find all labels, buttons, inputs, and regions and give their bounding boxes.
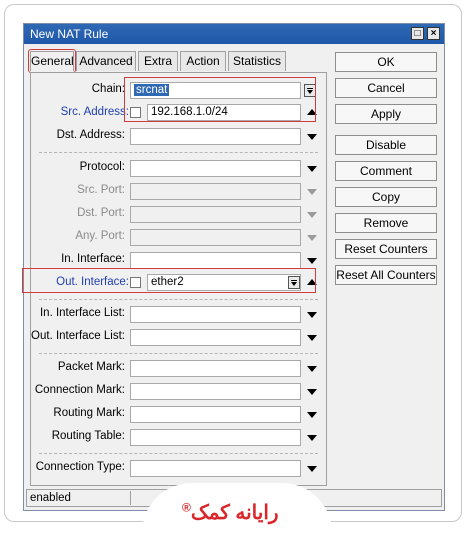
tab-advanced[interactable]: Advanced [76, 51, 136, 71]
src-port-dropdown-icon [307, 189, 317, 195]
tab-extra[interactable]: Extra [138, 51, 178, 71]
src-port-label: Src. Port: [77, 184, 125, 196]
maximize-button[interactable]: □ [411, 27, 424, 40]
nat-rule-window: New NAT Rule □ × General Advanced Extra … [22, 23, 445, 511]
cancel-button[interactable]: Cancel [335, 78, 437, 98]
in-interface-dropdown-icon[interactable] [307, 258, 317, 264]
routing-mark-field[interactable] [130, 406, 301, 423]
src-address-field[interactable]: 192.168.1.0/24 [147, 104, 301, 121]
copy-button[interactable]: Copy [335, 187, 437, 207]
reset-counters-button[interactable]: Reset Counters [335, 239, 437, 259]
routing-table-dropdown-icon[interactable] [307, 435, 317, 441]
dst-port-label: Dst. Port: [77, 207, 125, 219]
routing-mark-label: Routing Mark: [53, 407, 125, 419]
connection-mark-dropdown-icon[interactable] [307, 389, 317, 395]
protocol-field[interactable] [130, 160, 301, 177]
out-interface-negate-checkbox[interactable] [130, 277, 141, 288]
routing-table-label: Routing Table: [51, 430, 125, 442]
connection-type-field[interactable] [130, 460, 301, 477]
dst-port-dropdown-icon [307, 212, 317, 218]
any-port-field [130, 229, 301, 246]
tab-action[interactable]: Action [180, 51, 226, 71]
out-interface-list-dropdown-icon[interactable] [307, 335, 317, 341]
routing-mark-dropdown-icon[interactable] [307, 412, 317, 418]
protocol-label: Protocol: [79, 161, 125, 173]
dst-port-field [130, 206, 301, 223]
out-interface-list-field[interactable] [130, 329, 301, 346]
out-interface-dropdown-icon[interactable] [288, 276, 300, 289]
packet-mark-dropdown-icon[interactable] [307, 366, 317, 372]
close-button[interactable]: × [427, 27, 440, 40]
separator [39, 152, 318, 153]
out-interface-list-label: Out. Interface List: [31, 330, 125, 342]
in-interface-list-field[interactable] [130, 306, 301, 323]
tab-general[interactable]: General [30, 51, 74, 71]
chain-dropdown-icon[interactable] [304, 84, 316, 97]
packet-mark-field[interactable] [130, 360, 301, 377]
window-title: New NAT Rule [30, 27, 109, 41]
any-port-dropdown-icon [307, 235, 317, 241]
remove-button[interactable]: Remove [335, 213, 437, 233]
titlebar: New NAT Rule □ × [24, 24, 444, 44]
dst-address-field[interactable] [130, 128, 301, 145]
any-port-label: Any. Port: [75, 230, 125, 242]
out-interface-field[interactable]: ether2 [147, 274, 301, 291]
out-interface-collapse-icon[interactable] [307, 279, 317, 285]
watermark-text: رایانه کمک® [182, 500, 279, 524]
chain-field[interactable]: srcnat [130, 82, 301, 99]
comment-button[interactable]: Comment [335, 161, 437, 181]
connection-mark-label: Connection Mark: [34, 384, 125, 396]
connection-type-dropdown-icon[interactable] [307, 466, 317, 472]
general-panel: Chain: srcnat Src. Address: 192.168.1.0/… [22, 72, 327, 486]
src-port-field [130, 183, 301, 200]
apply-button[interactable]: Apply [335, 104, 437, 124]
separator [39, 353, 318, 354]
src-address-negate-checkbox[interactable] [130, 107, 141, 118]
reset-all-counters-button[interactable]: Reset All Counters [335, 265, 437, 285]
dst-address-expand-icon[interactable] [307, 134, 317, 140]
tab-statistics[interactable]: Statistics [228, 51, 286, 71]
connection-type-label: Connection Type: [35, 461, 125, 473]
separator [39, 299, 318, 300]
dst-address-label: Dst. Address: [56, 129, 125, 141]
ok-button[interactable]: OK [335, 52, 437, 72]
in-interface-field[interactable] [130, 252, 301, 269]
out-interface-label: Out. Interface: [56, 276, 129, 288]
routing-table-field[interactable] [130, 429, 301, 446]
in-interface-list-dropdown-icon[interactable] [307, 312, 317, 318]
in-interface-list-label: In. Interface List: [39, 307, 125, 319]
watermark-logo: رایانه کمک® [142, 483, 332, 533]
chain-label: Chain: [91, 83, 125, 95]
separator [39, 453, 318, 454]
connection-mark-field[interactable] [130, 383, 301, 400]
src-address-collapse-icon[interactable] [307, 109, 317, 115]
in-interface-label: In. Interface: [61, 253, 125, 265]
status-divider [130, 491, 131, 505]
src-address-label: Src. Address: [60, 106, 129, 118]
chain-value: srcnat [134, 84, 170, 96]
protocol-dropdown-icon[interactable] [307, 166, 317, 172]
packet-mark-label: Packet Mark: [57, 361, 125, 373]
disable-button[interactable]: Disable [335, 135, 437, 155]
status-text: enabled [30, 492, 71, 504]
